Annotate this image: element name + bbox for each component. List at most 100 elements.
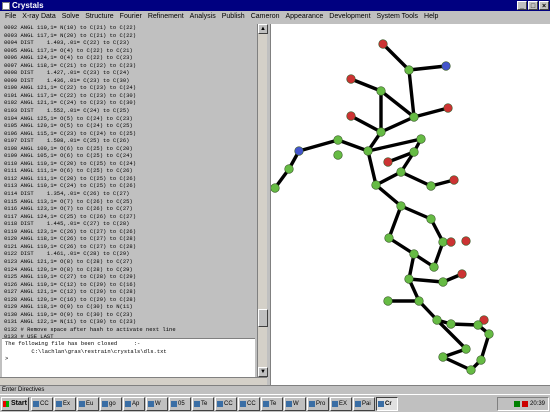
menu-structure[interactable]: Structure xyxy=(82,13,116,20)
taskbar-button[interactable]: go xyxy=(100,396,122,411)
carbon-atom[interactable] xyxy=(484,329,494,339)
menu-development[interactable]: Development xyxy=(326,13,373,20)
menu-solve[interactable]: Solve xyxy=(59,13,83,20)
vertical-scrollbar[interactable]: ▲ ▼ xyxy=(257,24,268,377)
menu-file[interactable]: File xyxy=(2,13,19,20)
listing-line: 0116 ANGL 123,1= O(7) to C(26) to C(27) xyxy=(4,205,133,213)
close-button[interactable]: × xyxy=(539,1,549,10)
output-console[interactable]: The following file has been closed :- C:… xyxy=(2,338,255,377)
carbon-atom[interactable] xyxy=(404,274,414,284)
taskbar-button[interactable]: CC xyxy=(215,396,237,411)
taskbar-button[interactable]: Cr xyxy=(376,396,398,411)
taskbar-button[interactable]: W xyxy=(146,396,168,411)
scroll-up-arrow-icon[interactable]: ▲ xyxy=(258,24,268,34)
scroll-thumb[interactable] xyxy=(258,309,268,327)
carbon-atom[interactable] xyxy=(429,262,439,272)
taskbar-button[interactable]: Pro xyxy=(307,396,329,411)
listing-line: 0100 ANGL 121,1= C(22) to C(23) to C(24) xyxy=(4,84,137,92)
taskbar-button[interactable]: Eu xyxy=(77,396,99,411)
taskbar-button[interactable]: Te xyxy=(261,396,283,411)
nitrogen-atom[interactable] xyxy=(294,146,304,156)
molecule-diagram[interactable] xyxy=(270,24,550,385)
carbon-atom[interactable] xyxy=(409,147,419,157)
carbon-atom[interactable] xyxy=(438,352,448,362)
oxygen-atom[interactable] xyxy=(449,175,459,185)
app-icon xyxy=(125,400,131,407)
carbon-atom[interactable] xyxy=(376,86,386,96)
carbon-atom[interactable] xyxy=(404,65,414,75)
carbon-atom[interactable] xyxy=(371,180,381,190)
volume-icon[interactable] xyxy=(521,401,528,407)
molecule-view[interactable] xyxy=(270,24,550,385)
carbon-atom[interactable] xyxy=(476,355,486,365)
carbon-atom[interactable] xyxy=(363,146,373,156)
carbon-atom[interactable] xyxy=(383,296,393,306)
taskbar-button[interactable]: Te xyxy=(192,396,214,411)
carbon-atom[interactable] xyxy=(461,344,471,354)
menu-refinement[interactable]: Refinement xyxy=(145,13,187,20)
listing-line: 0118 DIST 1.445,.01= C(27) to C(28) xyxy=(4,220,130,228)
menu-cameron[interactable]: Cameron xyxy=(248,13,283,20)
app-icon xyxy=(355,400,361,407)
carbon-atom[interactable] xyxy=(416,134,426,144)
oxygen-atom[interactable] xyxy=(461,236,471,246)
taskbar-button[interactable]: CC xyxy=(31,396,53,411)
carbon-atom[interactable] xyxy=(426,214,436,224)
maximize-button[interactable]: □ xyxy=(528,1,538,10)
oxygen-atom[interactable] xyxy=(383,157,393,167)
listing-line: 0127 ANGL 121,1= C(12) to C(29) to C(28) xyxy=(4,288,137,296)
horizontal-scrollbar[interactable] xyxy=(0,377,267,385)
carbon-atom[interactable] xyxy=(333,135,343,145)
oxygen-atom[interactable] xyxy=(443,103,453,113)
taskbar-button[interactable]: W xyxy=(284,396,306,411)
oxygen-atom[interactable] xyxy=(446,237,456,247)
carbon-atom[interactable] xyxy=(409,112,419,122)
carbon-atom[interactable] xyxy=(446,319,456,329)
start-button[interactable]: Start xyxy=(1,396,29,411)
carbon-atom[interactable] xyxy=(473,320,483,330)
taskbar-button[interactable]: Pai xyxy=(353,396,375,411)
minimize-button[interactable]: _ xyxy=(517,1,527,10)
menu-appearance[interactable]: Appearance xyxy=(283,13,327,20)
menu-fourier[interactable]: Fourier xyxy=(117,13,145,20)
taskbar-button[interactable]: Ap xyxy=(123,396,145,411)
carbon-atom[interactable] xyxy=(414,296,424,306)
menu-help[interactable]: Help xyxy=(421,13,441,20)
oxygen-atom[interactable] xyxy=(346,111,356,121)
app-icon xyxy=(332,400,338,407)
menu-xray-data[interactable]: X-ray Data xyxy=(19,13,58,20)
carbon-atom[interactable] xyxy=(466,365,476,375)
taskbar-button[interactable]: EX xyxy=(330,396,352,411)
listing-line: 0121 ANGL 119,1= C(26) to C(27) to C(28) xyxy=(4,242,137,250)
carbon-atom[interactable] xyxy=(376,127,386,137)
carbon-atom[interactable] xyxy=(333,150,343,160)
nitrogen-atom[interactable] xyxy=(441,61,451,71)
taskbar-button[interactable]: CC xyxy=(238,396,260,411)
carbon-atom[interactable] xyxy=(270,183,280,193)
carbon-atom[interactable] xyxy=(432,315,442,325)
menu-system-tools[interactable]: System Tools xyxy=(374,13,422,20)
carbon-atom[interactable] xyxy=(396,167,406,177)
bond xyxy=(349,77,383,93)
menu-publish[interactable]: Publish xyxy=(219,13,248,20)
carbon-atom[interactable] xyxy=(409,249,419,259)
oxygen-atom[interactable] xyxy=(378,39,388,49)
oxygen-atom[interactable] xyxy=(346,74,356,84)
taskbar: Start CC Ex Eu go Ap W 05 Te CC CC Te W Pro EX Pai Cr 2… xyxy=(0,394,550,412)
carbon-atom[interactable] xyxy=(396,201,406,211)
status-text: Enter Directives xyxy=(2,387,45,393)
listing-line: 0096 ANGL 124,1= O(4) to C(22) to C(23) xyxy=(4,54,133,62)
carbon-atom[interactable] xyxy=(438,237,448,247)
carbon-atom[interactable] xyxy=(284,164,294,174)
taskbar-button[interactable]: 05 xyxy=(169,396,191,411)
title-bar: Crystals _ □ × xyxy=(0,0,550,11)
carbon-atom[interactable] xyxy=(438,277,448,287)
taskbar-button[interactable]: Ex xyxy=(54,396,76,411)
carbon-atom[interactable] xyxy=(426,181,436,191)
carbon-atom[interactable] xyxy=(384,233,394,243)
network-icon[interactable] xyxy=(513,401,520,407)
bond xyxy=(399,170,433,188)
scroll-down-arrow-icon[interactable]: ▼ xyxy=(258,367,268,377)
menu-analysis[interactable]: Analysis xyxy=(187,13,219,20)
oxygen-atom[interactable] xyxy=(457,269,467,279)
